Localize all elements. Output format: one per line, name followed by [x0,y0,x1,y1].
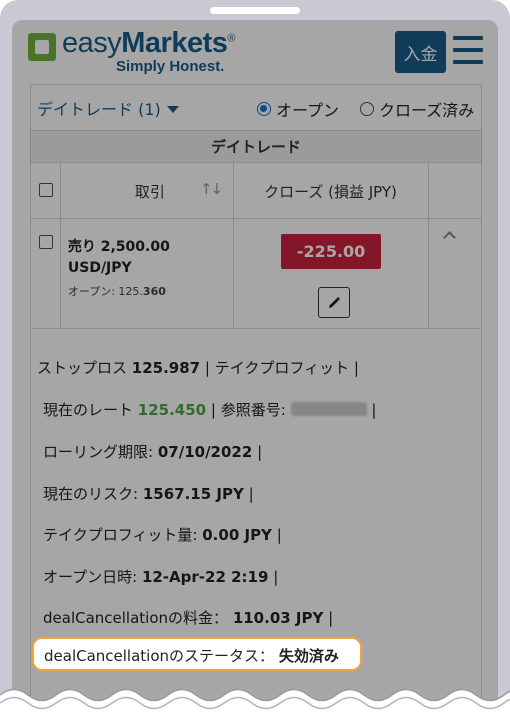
radio-unselected-icon [360,102,374,116]
edit-trade-button[interactable] [318,287,351,318]
trade-filter-bar: デイトレード (1) オープン クローズ済み [30,84,482,130]
torn-edge [0,688,510,725]
detail-rolling-expiry: ローリング期限: 07/10/2022 | [43,443,263,461]
section-title: デイトレード [30,130,482,163]
deposit-button[interactable]: 入金 [395,31,446,73]
detail-current-rate: 現在のレート 125.450 | 参照番号: | [43,401,377,419]
logo-word-easy: easy [62,27,122,59]
table-header-row: 取引 ↑↓ クローズ (損益 JPY) [30,163,482,219]
pencil-icon [329,296,341,308]
logo-wordmark[interactable]: easyMarkets® [62,27,235,60]
close-pl-button[interactable]: -225.00 [281,234,382,269]
trade-open-price: オープン: 125.360 [67,285,166,298]
sort-icon[interactable]: ↑↓ [200,180,223,198]
detail-stoploss: ストップロス 125.987 | テイクプロフィット | [37,359,359,377]
logo-tagline: Simply Honest. [116,58,225,75]
caret-down-icon [166,106,179,113]
logo-registered: ® [227,32,235,45]
radio-closed[interactable]: クローズ済み [360,97,474,121]
detail-dc-status: dealCancellationのステータス： 失効済み [44,647,339,665]
app-screen: easyMarkets® Simply Honest. 入金 デイトレード (1… [12,20,498,725]
detail-current-risk: 現在のリスク: 1567.15 JPY | [43,485,254,503]
trade-type-dropdown[interactable]: デイトレード (1) [37,96,179,120]
radio-selected-icon [257,102,271,116]
trade-symbol: USD/JPY [67,260,132,276]
masked-reference-number [290,402,367,416]
radio-closed-label: クローズ済み [379,101,475,120]
radio-open[interactable]: オープン [257,97,339,121]
col-header-close: クローズ (損益 JPY) [264,183,397,201]
trade-side-amount: 売り 2,500.00 [67,239,170,255]
phone-speaker [210,7,300,14]
select-all-checkbox[interactable] [39,183,53,197]
radio-open-label: オープン [276,101,340,120]
dropdown-label: デイトレード (1) [37,100,161,119]
row-checkbox[interactable] [39,235,53,249]
chevron-up-icon[interactable] [443,231,457,244]
logo-icon [28,33,56,61]
highlighted-dc-status: dealCancellationのステータス： 失効済み [32,637,362,671]
trades-table: デイトレード 取引 ↑↓ クローズ (損益 JPY) 売り 2,500.00 US… [30,130,482,329]
detail-takeprofit-amount: テイクプロフィット量: 0.00 JPY | [43,526,282,544]
app-header: easyMarkets® Simply Honest. 入金 [12,20,498,84]
phone-frame: easyMarkets® Simply Honest. 入金 デイトレード (1… [0,0,510,725]
detail-open-date: オープン日時: 12-Apr-22 2:19 | [43,568,279,586]
table-row: 売り 2,500.00 USD/JPY オープン: 125.360 -225.0… [30,219,482,329]
logo-word-markets: Markets [121,27,228,59]
hamburger-menu-icon[interactable] [453,36,483,64]
detail-dc-fee: dealCancellationの料金： 110.03 JPY | [43,609,334,627]
col-header-trade: 取引 [134,183,165,201]
